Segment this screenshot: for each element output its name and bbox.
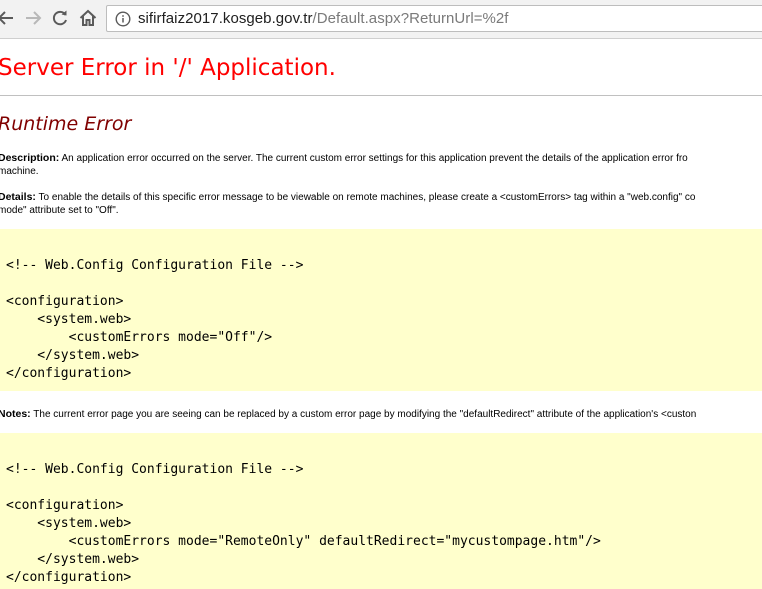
notes-text: The current error page you are seeing ca… (33, 409, 697, 420)
code-line: <customErrors mode="RemoteOnly" defaultR… (6, 534, 601, 549)
code-line: </system.web> (6, 348, 140, 363)
code-line: </configuration> (6, 366, 132, 381)
forward-arrow-icon[interactable] (22, 7, 44, 29)
details-text-continued: mode" attribute set to "Off". (0, 205, 119, 216)
code-line: <system.web> (6, 516, 132, 531)
description-text: An application error occurred on the ser… (61, 153, 688, 164)
home-icon[interactable] (77, 7, 99, 29)
code-line: <configuration> (6, 498, 124, 513)
description-label: Description: (0, 152, 60, 164)
code-line: </configuration> (6, 570, 132, 585)
title-divider (0, 95, 762, 96)
details-label: Details: (0, 191, 36, 203)
code-line: <!-- Web.Config Configuration File --> (6, 258, 304, 273)
notes-paragraph: Notes: The current error page you are se… (0, 408, 762, 421)
code-line: <!-- Web.Config Configuration File --> (6, 462, 304, 477)
page-subtitle: Runtime Error (0, 113, 132, 135)
back-arrow-icon[interactable] (0, 7, 17, 29)
code-line: <configuration> (6, 294, 124, 309)
code-line: <system.web> (6, 312, 132, 327)
address-bar[interactable]: sifirfaiz2017.kosgeb.gov.tr/Default.aspx… (106, 5, 762, 32)
code-block-off: <!-- Web.Config Configuration File --> <… (0, 229, 762, 391)
notes-label: Notes: (0, 408, 31, 420)
url-host: sifirfaiz2017.kosgeb.gov.tr (138, 10, 313, 27)
url-text[interactable]: sifirfaiz2017.kosgeb.gov.tr/Default.aspx… (138, 10, 509, 27)
info-icon[interactable] (115, 11, 131, 32)
description-text-continued: machine. (0, 166, 39, 177)
page-title: Server Error in '/' Application. (0, 55, 336, 81)
description-paragraph: Description: An application error occurr… (0, 152, 762, 178)
reload-icon[interactable] (49, 7, 71, 29)
details-text: To enable the details of this specific e… (38, 192, 696, 203)
url-path: /Default.aspx?ReturnUrl=%2f (312, 10, 509, 27)
code-block-remote-only: <!-- Web.Config Configuration File --> <… (0, 433, 762, 589)
browser-toolbar: sifirfaiz2017.kosgeb.gov.tr/Default.aspx… (0, 0, 762, 39)
code-line: <customErrors mode="Off"/> (6, 330, 273, 345)
code-line: </system.web> (6, 552, 140, 567)
details-paragraph: Details: To enable the details of this s… (0, 191, 762, 217)
